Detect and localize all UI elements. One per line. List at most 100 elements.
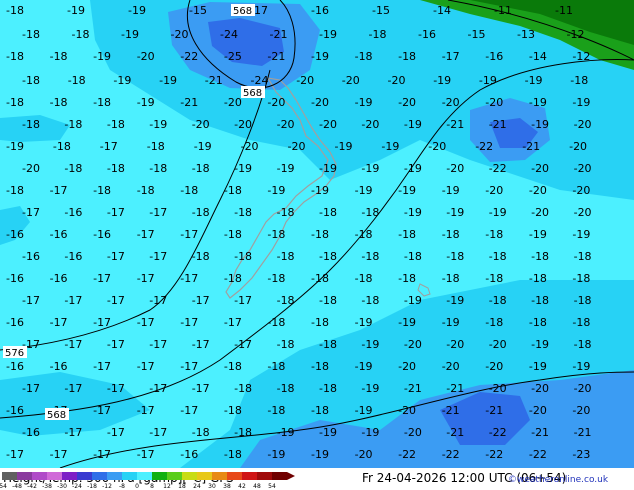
temperature-label: -19 <box>572 228 590 241</box>
temperature-label: -17 <box>93 272 111 285</box>
temperature-label: -20 <box>529 404 547 417</box>
temperature-label: -17 <box>50 316 68 329</box>
temperature-label: -18 <box>355 228 373 241</box>
temperature-label: -17 <box>180 228 198 241</box>
temperature-label: -16 <box>418 28 436 41</box>
temperature-label: -20 <box>319 118 337 131</box>
colorbar-swatch <box>152 472 167 480</box>
temperature-label: -17 <box>64 426 82 439</box>
temperature-label: -18 <box>224 272 242 285</box>
temperature-label: -20 <box>569 140 587 153</box>
temperature-label: -16 <box>6 360 24 373</box>
temperature-label: -19 <box>446 294 464 307</box>
temperature-label: -17 <box>6 448 24 461</box>
temperature-label: -19 <box>194 140 212 153</box>
colorbar-swatch <box>212 472 227 480</box>
temperature-label: -18 <box>267 272 285 285</box>
temperature-label: -19 <box>442 316 460 329</box>
temperature-label: -20 <box>574 206 592 219</box>
temperature-label: -20 <box>288 140 306 153</box>
temperature-label: -18 <box>22 28 40 41</box>
temperature-label: -18 <box>277 294 295 307</box>
temperature-label: -18 <box>529 316 547 329</box>
temperature-label: -18 <box>277 250 295 263</box>
temperature-label: -19 <box>531 118 549 131</box>
temperature-label: -21 <box>270 28 288 41</box>
temperature-label: -12 <box>572 50 590 63</box>
temperature-label: -20 <box>485 184 503 197</box>
temperature-label: -18 <box>64 118 82 131</box>
temperature-label: -18 <box>319 250 337 263</box>
temperature-label: -19 <box>137 96 155 109</box>
colorbar-swatch <box>197 472 212 480</box>
contour-label: 568 <box>243 88 262 99</box>
colorbar-tick-label: 0 <box>135 483 139 490</box>
temperature-label: -18 <box>224 228 242 241</box>
colorbar-tick-label: 18 <box>178 483 186 490</box>
temperature-label: -18 <box>147 140 165 153</box>
temperature-label: -17 <box>234 294 252 307</box>
temperature-label: -18 <box>531 294 549 307</box>
temperature-label: -20 <box>267 96 285 109</box>
temperature-label: -18 <box>192 250 210 263</box>
temperature-label: -18 <box>6 4 24 17</box>
temperature-label: -17 <box>93 448 111 461</box>
colorbar-swatch <box>137 472 152 480</box>
temperature-label: -17 <box>107 294 125 307</box>
temperature-label: -16 <box>6 228 24 241</box>
temperature-label: -16 <box>180 448 198 461</box>
temperature-label: -19 <box>355 316 373 329</box>
temperature-label: -18 <box>398 228 416 241</box>
temperature-label: -17 <box>107 426 125 439</box>
temperature-label: -17 <box>100 140 118 153</box>
temperature-label: -16 <box>6 272 24 285</box>
temperature-label: -18 <box>180 184 198 197</box>
temperature-label: -17 <box>137 272 155 285</box>
colorbar-tick-label: 38 <box>223 483 231 490</box>
colorbar-swatch <box>167 472 182 480</box>
temperature-label: -23 <box>572 448 590 461</box>
temperature-label: -19 <box>311 50 329 63</box>
temperature-label: -22 <box>180 50 198 63</box>
temperature-label: -17 <box>137 448 155 461</box>
temperature-label: -17 <box>107 206 125 219</box>
temperature-label: -16 <box>485 50 503 63</box>
temperature-label: -18 <box>72 28 90 41</box>
temperature-label: -18 <box>311 316 329 329</box>
temperature-label: -17 <box>149 338 167 351</box>
colorbar-swatch <box>2 472 17 480</box>
colorbar-swatch <box>77 472 92 480</box>
temperature-label: -19 <box>311 448 329 461</box>
temperature-label: -19 <box>267 448 285 461</box>
temperature-label: -20 <box>574 382 592 395</box>
temperature-label: -19 <box>149 118 167 131</box>
temperature-label: -19 <box>529 228 547 241</box>
temperature-label: -18 <box>234 426 252 439</box>
temperature-label: -16 <box>50 228 68 241</box>
temperature-label: -17 <box>149 426 167 439</box>
temperature-label: -21 <box>522 140 540 153</box>
temperature-label: -20 <box>398 96 416 109</box>
temperature-label: -18 <box>53 140 71 153</box>
colorbar-tick-label: -54 <box>0 483 7 490</box>
temperature-label: -18 <box>234 382 252 395</box>
credit-link[interactable]: ©weatheronline.co.uk <box>508 475 608 485</box>
temperature-label: -19 <box>234 162 252 175</box>
temperature-label: -18 <box>311 404 329 417</box>
temperature-label: -21 <box>180 96 198 109</box>
temperature-label: -18 <box>355 50 373 63</box>
colorbar-tick-label: 54 <box>268 483 276 490</box>
temperature-label: -18 <box>355 272 373 285</box>
colorbar-tick-label: 8 <box>150 483 154 490</box>
temperature-label: -21 <box>485 404 503 417</box>
temperature-label: -19 <box>398 184 416 197</box>
temperature-label: -19 <box>446 206 464 219</box>
temperature-label: -20 <box>311 96 329 109</box>
temperature-label: -17 <box>192 294 210 307</box>
temperature-label: -16 <box>64 206 82 219</box>
temperature-label: -20 <box>572 184 590 197</box>
temperature-label: -20 <box>192 118 210 131</box>
colorbar-swatch <box>122 472 137 480</box>
temperature-label: -20 <box>342 74 360 87</box>
temperature-label: -21 <box>489 118 507 131</box>
